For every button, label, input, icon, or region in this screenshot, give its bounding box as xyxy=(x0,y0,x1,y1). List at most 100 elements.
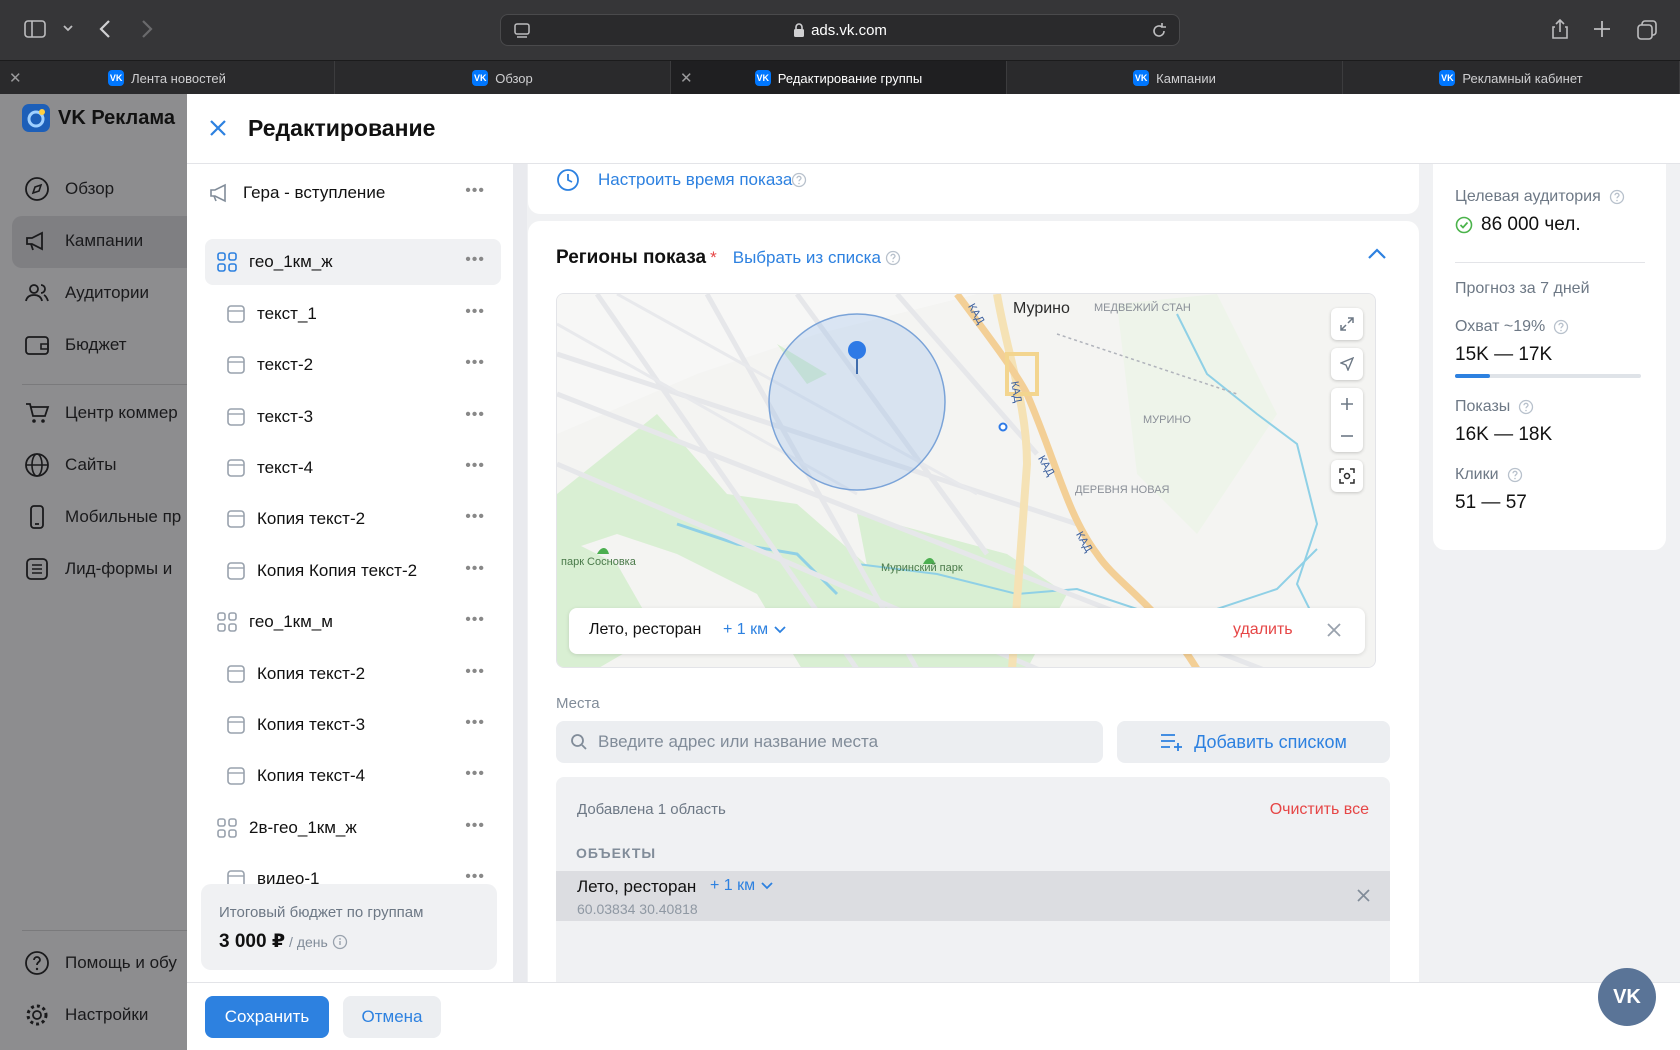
more-icon[interactable]: ••• xyxy=(465,817,485,835)
modal-footer: Сохранить Отмена xyxy=(187,982,1680,1050)
forward-icon[interactable] xyxy=(140,18,154,40)
place-name: Лето, ресторан xyxy=(589,621,702,638)
tab-label: Редактирование группы xyxy=(777,70,923,86)
regions-card: Регионы показа * Выбрать из списка Мурин… xyxy=(528,221,1419,982)
share-icon[interactable] xyxy=(1550,18,1570,40)
close-icon[interactable] xyxy=(209,119,227,137)
clicks-label: Клики xyxy=(1455,466,1499,483)
vk-favicon-icon: VK xyxy=(472,70,489,86)
tab-ad-cabinet[interactable]: VK Рекламный кабинет xyxy=(1343,61,1680,95)
nav-settings[interactable]: Настройки xyxy=(24,1002,148,1028)
more-icon[interactable]: ••• xyxy=(465,611,485,629)
close-icon[interactable]: ✕ xyxy=(9,69,22,87)
vk-chat-icon[interactable]: VK xyxy=(1598,968,1656,1026)
close-icon[interactable] xyxy=(1327,623,1341,637)
brand-name: VK Реклама xyxy=(58,106,176,129)
more-icon[interactable]: ••• xyxy=(465,663,485,681)
tab-campaigns[interactable]: VK Кампании xyxy=(1007,61,1343,95)
tab-overview[interactable]: VK Обзор xyxy=(335,61,671,95)
more-icon[interactable]: ••• xyxy=(465,251,485,269)
help-icon[interactable] xyxy=(1507,467,1523,483)
tree-group[interactable]: гео_1км_м ••• xyxy=(205,599,501,645)
save-button[interactable]: Сохранить xyxy=(205,996,329,1038)
object-row[interactable]: Лето, ресторан + 1 км 60.03834 30.40818 xyxy=(556,871,1390,921)
help-icon[interactable] xyxy=(1609,189,1625,205)
vk-favicon-icon: VK xyxy=(108,70,125,86)
page-menu-icon[interactable] xyxy=(513,22,531,40)
sidebar-toggle-icon[interactable] xyxy=(24,20,46,38)
help-icon[interactable] xyxy=(791,172,807,188)
more-icon[interactable]: ••• xyxy=(465,560,485,578)
nav-mobile-apps[interactable]: Мобильные пр xyxy=(24,504,181,530)
vk-favicon-icon: VK xyxy=(1439,70,1456,86)
more-icon[interactable]: ••• xyxy=(465,182,485,200)
nav-campaigns[interactable]: Кампании xyxy=(24,228,143,254)
more-icon[interactable]: ••• xyxy=(465,354,485,372)
address-bar[interactable]: ads.vk.com xyxy=(500,14,1180,46)
radius-dropdown[interactable]: + 1 км xyxy=(723,621,786,639)
clear-all-link[interactable]: Очистить все xyxy=(1270,801,1369,819)
schedule-link[interactable]: Настроить время показа xyxy=(598,170,792,190)
tree-ad[interactable]: Копия текст-3 ••• xyxy=(205,702,501,748)
tab-overview-icon[interactable] xyxy=(1636,19,1658,41)
tree-group[interactable]: гео_1км_ж ••• xyxy=(205,239,501,286)
reload-icon[interactable] xyxy=(1151,22,1167,40)
megaphone-icon xyxy=(210,183,226,203)
nav-sites[interactable]: Сайты xyxy=(24,452,116,478)
vk-favicon-icon: VK xyxy=(754,70,771,86)
more-icon[interactable]: ••• xyxy=(465,508,485,526)
lock-icon xyxy=(793,23,805,37)
region-map[interactable]: Мурино МЕДВЕЖИЙ СТАН МУРИНО ДЕРЕВНЯ НОВА… xyxy=(556,293,1376,668)
info-icon[interactable] xyxy=(332,934,348,950)
add-list-button[interactable]: Добавить списком xyxy=(1117,721,1390,763)
focus-area-button[interactable] xyxy=(1331,460,1363,492)
fullscreen-button[interactable] xyxy=(1331,308,1363,340)
tree-ad[interactable]: Копия текст-2 ••• xyxy=(205,651,501,697)
tree-ad[interactable]: Копия текст-2 ••• xyxy=(205,496,501,542)
tree-group[interactable]: 2в-гео_1км_ж ••• xyxy=(205,805,501,851)
expand-icon xyxy=(1340,317,1354,331)
cancel-button[interactable]: Отмена xyxy=(343,996,441,1038)
ad-card-icon xyxy=(227,664,245,683)
delete-place-link[interactable]: удалить xyxy=(1233,621,1293,639)
tree-ad[interactable]: текст-3 ••• xyxy=(205,394,501,440)
place-search-input[interactable]: Введите адрес или название места xyxy=(556,721,1103,763)
help-icon[interactable] xyxy=(1518,399,1534,415)
new-tab-icon[interactable] xyxy=(1592,19,1612,39)
tree-ad[interactable]: Копия Копия текст-2 ••• xyxy=(205,548,501,594)
budget-unit: / день xyxy=(289,934,328,950)
remove-object-icon[interactable] xyxy=(1357,889,1370,902)
map-label: МЕДВЕЖИЙ СТАН xyxy=(1094,302,1191,314)
help-icon[interactable] xyxy=(1553,319,1569,335)
help-icon[interactable] xyxy=(885,250,901,266)
tree-ad[interactable]: текст_1 ••• xyxy=(205,291,501,337)
tab-edit-group[interactable]: ✕ VK Редактирование группы xyxy=(671,61,1007,95)
more-icon[interactable]: ••• xyxy=(465,406,485,424)
more-icon[interactable]: ••• xyxy=(465,765,485,783)
tree-ad[interactable]: текст-4 ••• xyxy=(205,445,501,491)
tree-ad[interactable]: Копия текст-4 ••• xyxy=(205,753,501,799)
nav-budget[interactable]: Бюджет xyxy=(24,332,127,358)
back-icon[interactable] xyxy=(98,18,112,40)
nav-commerce[interactable]: Центр коммер xyxy=(24,400,178,426)
nav-help[interactable]: Помощь и обу xyxy=(24,950,177,976)
tree-ad[interactable]: текст-2 ••• xyxy=(205,342,501,388)
more-icon[interactable]: ••• xyxy=(465,714,485,732)
collapse-chevron-icon[interactable] xyxy=(1367,247,1387,261)
tree-campaign[interactable]: Гера - вступление ••• xyxy=(205,170,501,216)
zoom-out-button[interactable] xyxy=(1331,420,1363,452)
nav-overview[interactable]: Обзор xyxy=(24,176,114,202)
more-icon[interactable]: ••• xyxy=(465,457,485,475)
brand-logo[interactable]: VK Реклама xyxy=(22,104,175,132)
zoom-in-button[interactable] xyxy=(1331,388,1363,420)
tree-item-label: гео_1км_ж xyxy=(249,252,333,272)
close-icon[interactable]: ✕ xyxy=(680,69,693,87)
locate-button[interactable] xyxy=(1331,348,1363,380)
chevron-down-icon[interactable] xyxy=(62,22,74,34)
nav-audiences[interactable]: Аудитории xyxy=(24,280,149,306)
object-radius-dropdown[interactable]: + 1 км xyxy=(710,877,773,895)
choose-from-list-link[interactable]: Выбрать из списка xyxy=(733,248,881,268)
nav-lead-forms[interactable]: Лид-формы и xyxy=(24,556,172,582)
tab-news[interactable]: ✕ VK Лента новостей xyxy=(0,61,335,95)
more-icon[interactable]: ••• xyxy=(465,303,485,321)
